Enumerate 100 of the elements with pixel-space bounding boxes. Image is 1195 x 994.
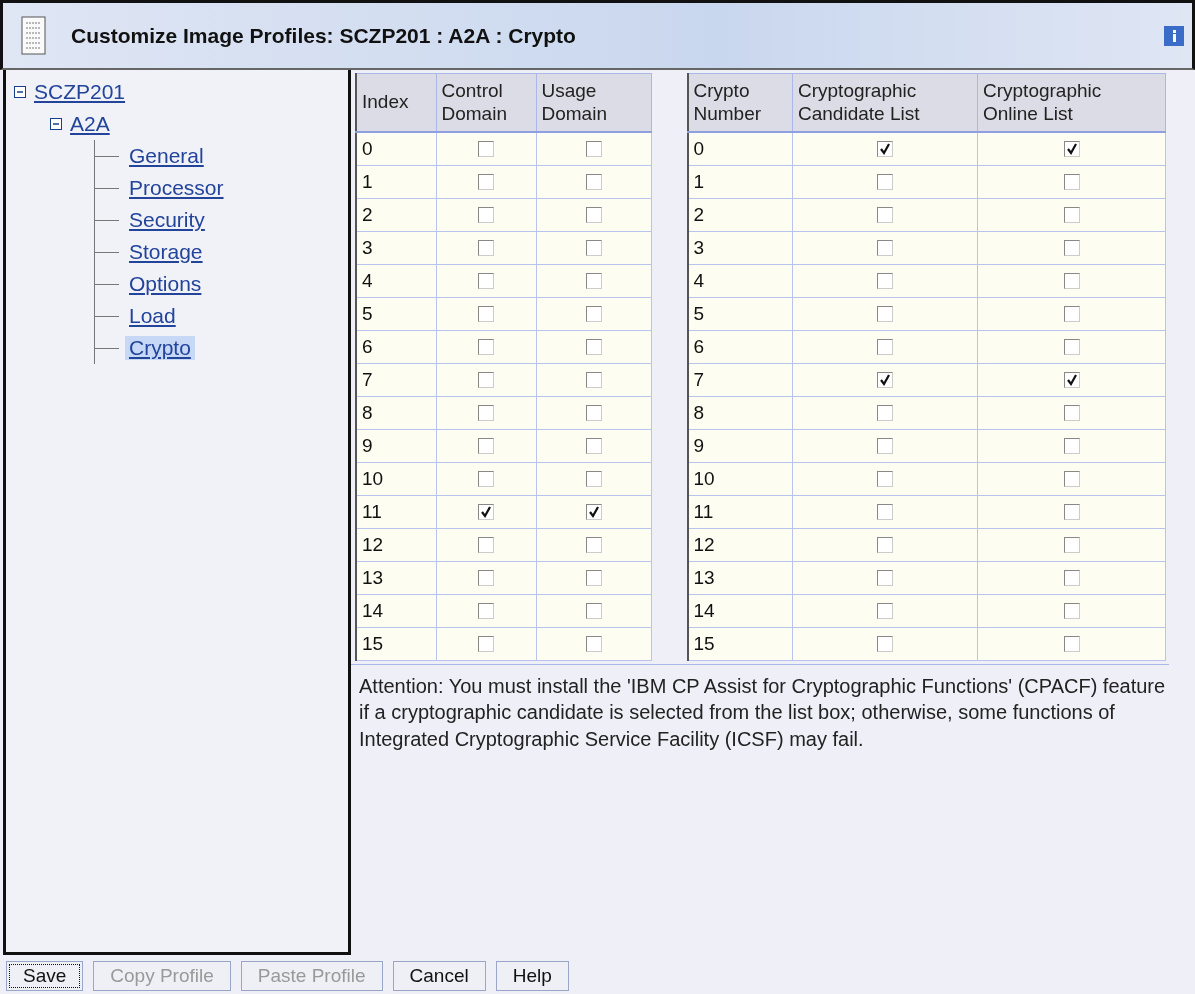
tree-item[interactable]: Crypto [125, 336, 195, 360]
checkbox[interactable] [478, 603, 494, 620]
table-cell: 9 [687, 429, 793, 462]
checkbox[interactable] [585, 306, 602, 323]
checkbox[interactable] [478, 471, 494, 488]
checkbox[interactable] [585, 636, 602, 653]
table-cell: 3 [356, 231, 436, 264]
checkbox[interactable] [877, 537, 893, 554]
checkbox[interactable] [877, 372, 893, 389]
tree-item[interactable]: Options [125, 272, 206, 296]
checkbox[interactable] [1063, 603, 1080, 620]
checkbox[interactable] [877, 174, 893, 191]
checkbox[interactable] [1063, 306, 1080, 323]
tree-item[interactable]: SCZP201 [30, 80, 130, 104]
table-cell: 9 [356, 429, 436, 462]
checkbox[interactable] [1063, 504, 1080, 521]
tree-item[interactable]: A2A [66, 112, 114, 136]
checkbox[interactable] [478, 240, 494, 257]
table-cell: 7 [356, 363, 436, 396]
table-cell: 11 [356, 495, 436, 528]
checkbox[interactable] [585, 570, 602, 587]
column-header: Control Domain [436, 73, 536, 132]
checkbox[interactable] [478, 174, 494, 191]
checkbox[interactable] [877, 273, 893, 290]
checkbox[interactable] [1063, 207, 1080, 224]
action-button[interactable]: Save [6, 961, 84, 991]
checkbox[interactable] [585, 537, 602, 554]
checkbox[interactable] [478, 339, 494, 356]
checkbox[interactable] [478, 273, 494, 290]
checkbox[interactable] [877, 603, 893, 620]
table-cell: 0 [356, 131, 436, 165]
checkbox[interactable] [478, 636, 494, 653]
table-cell: 8 [687, 396, 793, 429]
checkbox[interactable] [585, 438, 602, 455]
checkbox[interactable] [585, 207, 602, 224]
checkbox[interactable] [1063, 141, 1080, 158]
checkbox[interactable] [877, 207, 893, 224]
checkbox[interactable] [585, 141, 602, 158]
checkbox[interactable] [1063, 339, 1080, 356]
column-header: Cryptographic Online List [977, 73, 1166, 132]
checkbox[interactable] [478, 438, 494, 455]
checkbox[interactable] [585, 174, 602, 191]
checkbox[interactable] [1063, 174, 1080, 191]
table-cell: 13 [356, 561, 436, 594]
checkbox[interactable] [1063, 438, 1080, 455]
checkbox[interactable] [478, 504, 494, 521]
checkbox[interactable] [585, 339, 602, 356]
checkbox[interactable] [1063, 636, 1080, 653]
checkbox[interactable] [1063, 372, 1080, 389]
checkbox[interactable] [877, 240, 893, 257]
checkbox[interactable] [585, 240, 602, 257]
action-button[interactable]: Help [495, 961, 569, 991]
tree-item[interactable]: Load [125, 304, 180, 328]
collapse-icon[interactable] [14, 86, 26, 98]
attention-note: Attention: You must install the 'IBM CP Assist for Cryptographic Functions' (CPACF) feature if a cryptographic candidate is selected from the list box; otherwise, some functions of Integrated Cryptographic Service Facility (ICSF) may fail. [351, 663, 1169, 753]
checkbox[interactable] [877, 438, 893, 455]
checkbox[interactable] [478, 306, 494, 323]
table-cell: 4 [356, 264, 436, 297]
checkbox[interactable] [877, 339, 893, 356]
checkbox[interactable] [1063, 537, 1080, 554]
tree-item[interactable]: Processor [125, 176, 228, 200]
collapse-icon[interactable] [50, 118, 62, 130]
checkbox[interactable] [585, 372, 602, 389]
table-cell: 5 [687, 297, 793, 330]
table-cell: 10 [687, 462, 793, 495]
checkbox[interactable] [1063, 570, 1080, 587]
checkbox[interactable] [877, 141, 893, 158]
table-cell: 2 [356, 198, 436, 231]
tree-item[interactable]: General [125, 144, 208, 168]
checkbox[interactable] [478, 141, 494, 158]
column-header: Crypto Number [687, 73, 793, 132]
table-cell: 12 [687, 528, 793, 561]
checkbox[interactable] [1063, 405, 1080, 422]
checkbox[interactable] [877, 405, 893, 422]
checkbox[interactable] [877, 636, 893, 653]
checkbox[interactable] [585, 603, 602, 620]
checkbox[interactable] [1063, 240, 1080, 257]
checkbox[interactable] [585, 273, 602, 290]
checkbox[interactable] [478, 537, 494, 554]
checkbox[interactable] [478, 570, 494, 587]
info-icon[interactable] [1164, 25, 1184, 46]
tree-item[interactable]: Storage [125, 240, 207, 264]
checkbox[interactable] [585, 504, 602, 521]
table-cell: 1 [356, 165, 436, 198]
checkbox[interactable] [1063, 273, 1080, 290]
checkbox[interactable] [585, 471, 602, 488]
table-cell: 1 [687, 165, 793, 198]
checkbox[interactable] [585, 405, 602, 422]
checkbox[interactable] [1063, 471, 1080, 488]
checkbox[interactable] [877, 306, 893, 323]
checkbox[interactable] [877, 471, 893, 488]
checkbox[interactable] [478, 405, 494, 422]
document-icon [21, 15, 47, 56]
checkbox[interactable] [478, 207, 494, 224]
checkbox[interactable] [478, 372, 494, 389]
tree-item[interactable]: Security [125, 208, 209, 232]
checkbox[interactable] [877, 504, 893, 521]
action-button[interactable]: Cancel [392, 961, 486, 991]
checkbox[interactable] [877, 570, 893, 587]
table-cell: 8 [356, 396, 436, 429]
